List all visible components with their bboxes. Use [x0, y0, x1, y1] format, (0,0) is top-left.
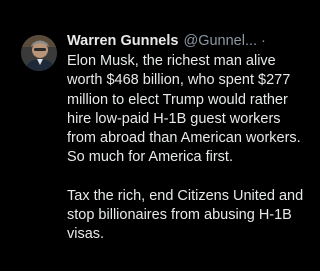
separator-dot: · [261, 33, 266, 49]
tweet-header: Warren Gunnels @Gunnel... · [67, 32, 315, 51]
tweet-card[interactable]: Warren Gunnels @Gunnel... · Elon Musk, t… [0, 0, 320, 271]
author-handle[interactable]: @Gunnel... [183, 32, 257, 51]
avatar-image [21, 35, 57, 71]
tweet-text: Elon Musk, the richest man alive worth $… [67, 52, 315, 245]
tweet-paragraph: Tax the rich, end Citizens United and st… [67, 187, 304, 243]
tweet-paragraph: Elon Musk, the richest man alive worth $… [67, 53, 301, 166]
avatar[interactable] [21, 35, 57, 71]
author-name[interactable]: Warren Gunnels [67, 32, 178, 51]
tweet-content: Warren Gunnels @Gunnel... · Elon Musk, t… [67, 32, 315, 245]
